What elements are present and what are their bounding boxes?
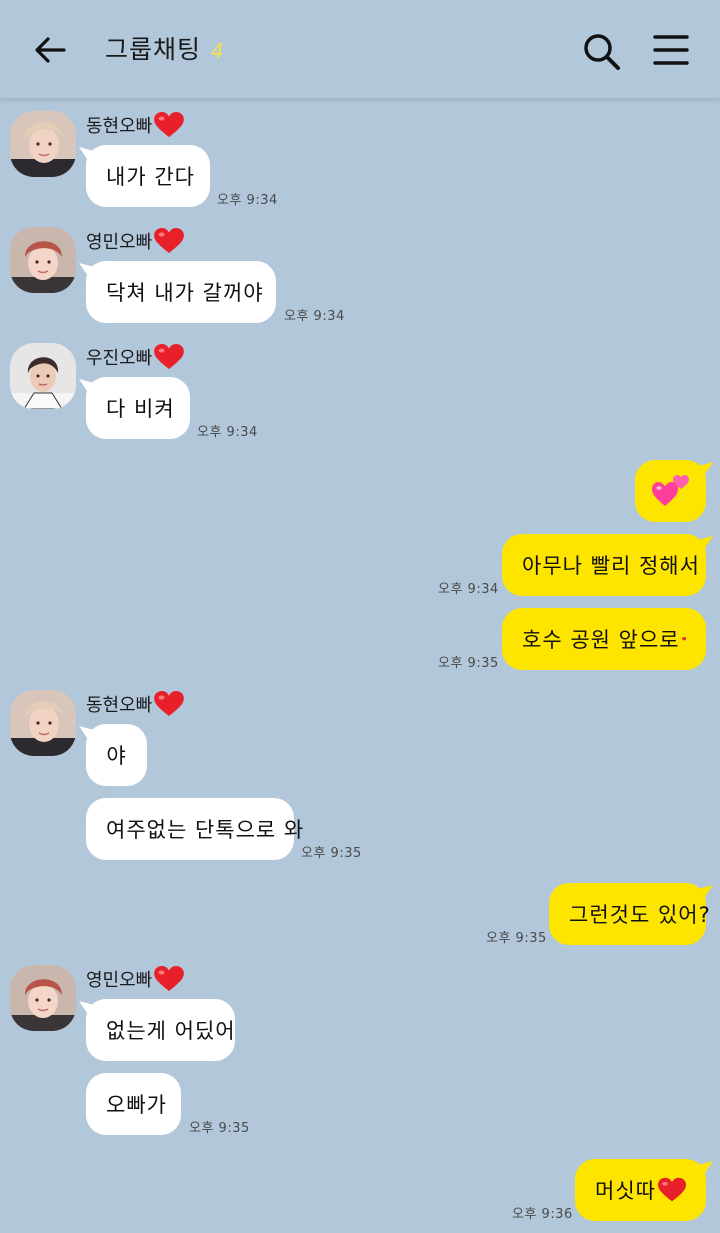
message-text: 내가 간다 [106,165,195,189]
message-bubble-sent[interactable]: 💕 [635,460,706,522]
avatar-donghyun[interactable] [10,690,76,756]
sender-name: 동현오빠 [86,112,184,138]
sender-name: 우진오빠 [86,344,184,370]
search-icon[interactable] [580,30,622,72]
message-time: 오후 9:35 [486,931,547,946]
sender-name-text: 동현오빠 [86,695,153,716]
message-time: 오후 9:35 [438,656,499,671]
avatar-woojin[interactable] [10,343,76,409]
message-bubble-sent[interactable]: 호수 공원 앞으로 [502,608,706,670]
hamburger-menu-icon[interactable] [651,30,691,70]
heart-icon [682,624,686,654]
profile-photo [10,343,76,409]
avatar-youngmin[interactable] [10,227,76,293]
two-hearts-icon [651,475,689,506]
heart-icon [154,228,184,254]
message-bubble[interactable]: 내가 간다 [86,145,210,207]
sender-name: 동현오빠 [86,691,184,717]
message-time: 오후 9:34 [197,425,258,440]
heart-icon [154,344,184,370]
avatar-donghyun[interactable] [10,111,76,177]
message-text: 야 [106,744,127,768]
sender-name-text: 동현오빠 [86,116,153,137]
profile-photo [10,227,76,293]
profile-photo [10,111,76,177]
heart-icon [154,112,184,138]
profile-photo [10,965,76,1031]
heart-icon [658,1176,686,1204]
message-time: 오후 9:34 [284,309,345,324]
profile-photo [10,690,76,756]
message-bubble[interactable]: 닥쳐 내가 갈꺼야 [86,261,276,323]
message-bubble[interactable]: 여주없는 단톡으로 와 [86,798,303,860]
message-time: 오후 9:34 [217,193,278,208]
message-text: 다 비켜 [106,397,175,421]
sender-name: 영민오빠 [86,966,184,992]
message-text: 아무나 빨리 정해서 [522,554,700,578]
message-time: 오후 9:35 [189,1121,250,1136]
back-arrow-icon[interactable] [30,30,70,70]
message-bubble-sent[interactable]: 머싯따 [575,1159,706,1221]
room-name: 그룹채팅 [105,35,202,64]
sender-name-text: 영민오빠 [86,970,153,991]
sender-name: 영민오빠 [86,228,184,254]
message-bubble[interactable]: 없는게 어딨어 [86,999,235,1061]
sender-name-text: 영민오빠 [86,232,153,253]
avatar-youngmin[interactable] [10,965,76,1031]
message-bubble[interactable]: 야 [86,724,147,786]
message-text: 오빠가 [106,1093,167,1117]
message-bubble[interactable]: 오빠가 [86,1073,181,1135]
message-text: 그런것도 있어? [569,903,711,927]
message-bubble-sent[interactable]: 그런것도 있어? [549,883,710,945]
heart-icon [154,691,184,717]
chat-header: 그룹채팅 4 [0,0,720,98]
message-text: 닥쳐 내가 갈꺼야 [106,281,264,305]
heart-icon [154,966,184,992]
message-text: 여주없는 단톡으로 와 [106,818,305,842]
sender-name-text: 우진오빠 [86,348,153,369]
chat-title: 그룹채팅 4 [105,30,225,66]
message-text: 머싯따 [595,1179,656,1203]
message-bubble[interactable]: 다 비켜 [86,377,190,439]
message-text: 없는게 어딨어 [106,1019,236,1043]
message-text: 호수 공원 앞으로 [522,628,680,652]
member-count: 4 [211,39,225,63]
message-time: 오후 9:34 [438,582,499,597]
message-time: 오후 9:36 [512,1207,573,1222]
message-time: 오후 9:35 [301,846,362,861]
message-bubble-sent[interactable]: 아무나 빨리 정해서 [502,534,706,596]
